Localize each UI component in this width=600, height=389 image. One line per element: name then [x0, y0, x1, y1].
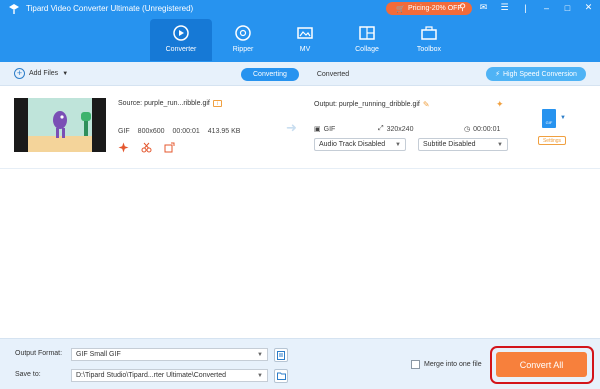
- tab-label: Converter: [165, 46, 197, 53]
- main-nav: Converter Ripper MV Collage Toolbox: [150, 19, 460, 61]
- tab-converter[interactable]: Converter: [150, 19, 212, 61]
- chevron-down-icon: ▼: [395, 141, 401, 148]
- mv-icon: [297, 27, 313, 39]
- tab-collage[interactable]: Collage: [336, 19, 398, 61]
- divider: [0, 168, 600, 169]
- rename-icon[interactable]: i: [212, 100, 222, 107]
- resize-icon: ⤢: [378, 125, 384, 132]
- tab-ripper[interactable]: Ripper: [212, 19, 274, 61]
- key-icon[interactable]: ⚲: [457, 2, 468, 13]
- promo-label: Pricing-20% OFF: [408, 5, 462, 12]
- audio-track-value: Audio Track Disabled: [319, 141, 386, 148]
- maximize-icon[interactable]: □: [562, 2, 573, 13]
- minimize-icon[interactable]: –: [541, 2, 552, 13]
- tab-mv[interactable]: MV: [274, 19, 336, 61]
- bottom-bar: Output Format: GIF Small GIF ▼ Save to: …: [0, 338, 600, 389]
- chevron-down-icon: ▼: [257, 372, 263, 379]
- output-folder-settings-icon[interactable]: [274, 348, 288, 362]
- conversion-tabs: Converting Converted: [241, 68, 361, 81]
- edit-tools: [118, 142, 175, 153]
- source-meta: GIF 800x600 00:00:01 413.95 KB: [118, 128, 240, 135]
- window-controls: ⚲ ✉ ☰ | – □ ✕: [457, 2, 594, 13]
- output-settings-star-icon[interactable]: ✦: [496, 99, 504, 110]
- add-files-label: Add Files: [29, 70, 59, 77]
- app-logo-icon: [9, 4, 19, 14]
- pencil-icon[interactable]: ✎: [423, 100, 430, 109]
- open-folder-icon[interactable]: [274, 369, 288, 383]
- merge-option: Merge into one file: [411, 360, 482, 369]
- collage-icon: [359, 26, 375, 40]
- window-title: Tipard Video Converter Ultimate (Unregis…: [26, 4, 194, 13]
- tab-label: MV: [299, 46, 311, 53]
- format-profile-icon[interactable]: GIF: [542, 109, 556, 128]
- tab-converted[interactable]: Converted: [305, 68, 361, 81]
- chevron-down-icon[interactable]: ▼: [62, 71, 68, 77]
- high-speed-label: High Speed Conversion: [502, 70, 577, 78]
- source-info: Source: purple_run...ribble.gif i: [118, 100, 222, 107]
- output-meta: ▣ GIF ⤢ 320x240 ◷ 00:00:01: [314, 125, 500, 133]
- enhance-icon[interactable]: [118, 142, 129, 153]
- output-duration: 00:00:01: [473, 125, 501, 133]
- convert-all-button[interactable]: Convert All: [496, 352, 587, 377]
- output-format-item: ▣ GIF: [314, 125, 378, 134]
- source-filename: Source: purple_run...ribble.gif: [118, 100, 210, 107]
- output-resolution-item: ⤢ 320x240: [378, 125, 464, 133]
- tab-converting[interactable]: Converting: [241, 68, 299, 81]
- output-format-label: Output Format:: [15, 350, 63, 357]
- separator: |: [524, 2, 527, 13]
- output-duration-item: ◷ 00:00:01: [464, 125, 501, 134]
- format-badge-text: GIF: [545, 120, 553, 125]
- chevron-down-icon: ▼: [497, 141, 503, 148]
- add-files-button[interactable]: + Add Files ▼: [14, 68, 68, 79]
- settings-button[interactable]: Settings: [538, 136, 566, 145]
- merge-checkbox[interactable]: [411, 360, 420, 369]
- thumbnail-image: [14, 98, 106, 152]
- title-bar: Tipard Video Converter Ultimate (Unregis…: [0, 0, 600, 62]
- audio-track-select[interactable]: Audio Track Disabled ▼: [314, 138, 406, 151]
- feedback-icon[interactable]: ✉: [478, 2, 489, 13]
- source-duration: 00:00:01: [172, 128, 200, 135]
- chevron-down-icon[interactable]: ▼: [560, 115, 566, 121]
- tab-toolbox[interactable]: Toolbox: [398, 19, 460, 61]
- source-format: GIF: [118, 128, 130, 135]
- tab-label: Ripper: [232, 46, 254, 53]
- plus-icon: +: [14, 68, 25, 79]
- file-item: Source: purple_run...ribble.gif i GIF 80…: [8, 90, 592, 166]
- ripper-icon: [235, 25, 251, 41]
- subtitle-value: Subtitle Disabled: [423, 141, 476, 148]
- film-icon: ▣: [314, 126, 321, 133]
- menu-icon[interactable]: ☰: [499, 2, 510, 13]
- high-speed-conversion-button[interactable]: ⚡ High Speed Conversion: [486, 67, 586, 81]
- cut-icon[interactable]: [141, 142, 152, 153]
- clock-icon: ◷: [464, 126, 471, 133]
- output-resolution: 320x240: [386, 125, 414, 133]
- converter-toolbar: + Add Files ▼ Converting Converted ⚡ Hig…: [0, 62, 600, 86]
- toolbox-icon: [421, 26, 437, 40]
- save-to-value: D:\Tipard Studio\Tipard...rter Ultimate\…: [76, 372, 227, 379]
- lightning-icon: ⚡: [495, 71, 500, 78]
- merge-label: Merge into one file: [424, 361, 482, 368]
- save-to-label: Save to:: [15, 371, 41, 378]
- output-filename: Output: purple_running_dribble.gif: [314, 101, 420, 108]
- arrow-right-icon: ➜: [286, 120, 297, 135]
- cart-icon: 🛒: [396, 5, 406, 13]
- edit-effects-icon[interactable]: [164, 142, 175, 153]
- video-thumbnail[interactable]: [14, 98, 106, 152]
- source-resolution: 800x600: [137, 128, 165, 135]
- source-size: 413.95 KB: [207, 128, 241, 135]
- tab-label: Collage: [355, 46, 379, 53]
- output-format-value: GIF Small GIF: [76, 351, 121, 358]
- save-to-select[interactable]: D:\Tipard Studio\Tipard...rter Ultimate\…: [71, 369, 268, 382]
- close-icon[interactable]: ✕: [583, 2, 594, 13]
- subtitle-select[interactable]: Subtitle Disabled ▼: [418, 138, 508, 151]
- tab-label: Toolbox: [416, 46, 442, 53]
- output-format: GIF: [323, 125, 336, 133]
- output-format-select[interactable]: GIF Small GIF ▼: [71, 348, 268, 361]
- chevron-down-icon: ▼: [257, 351, 263, 358]
- output-info: Output: purple_running_dribble.gif ✎: [314, 100, 430, 109]
- converter-icon: [173, 25, 189, 41]
